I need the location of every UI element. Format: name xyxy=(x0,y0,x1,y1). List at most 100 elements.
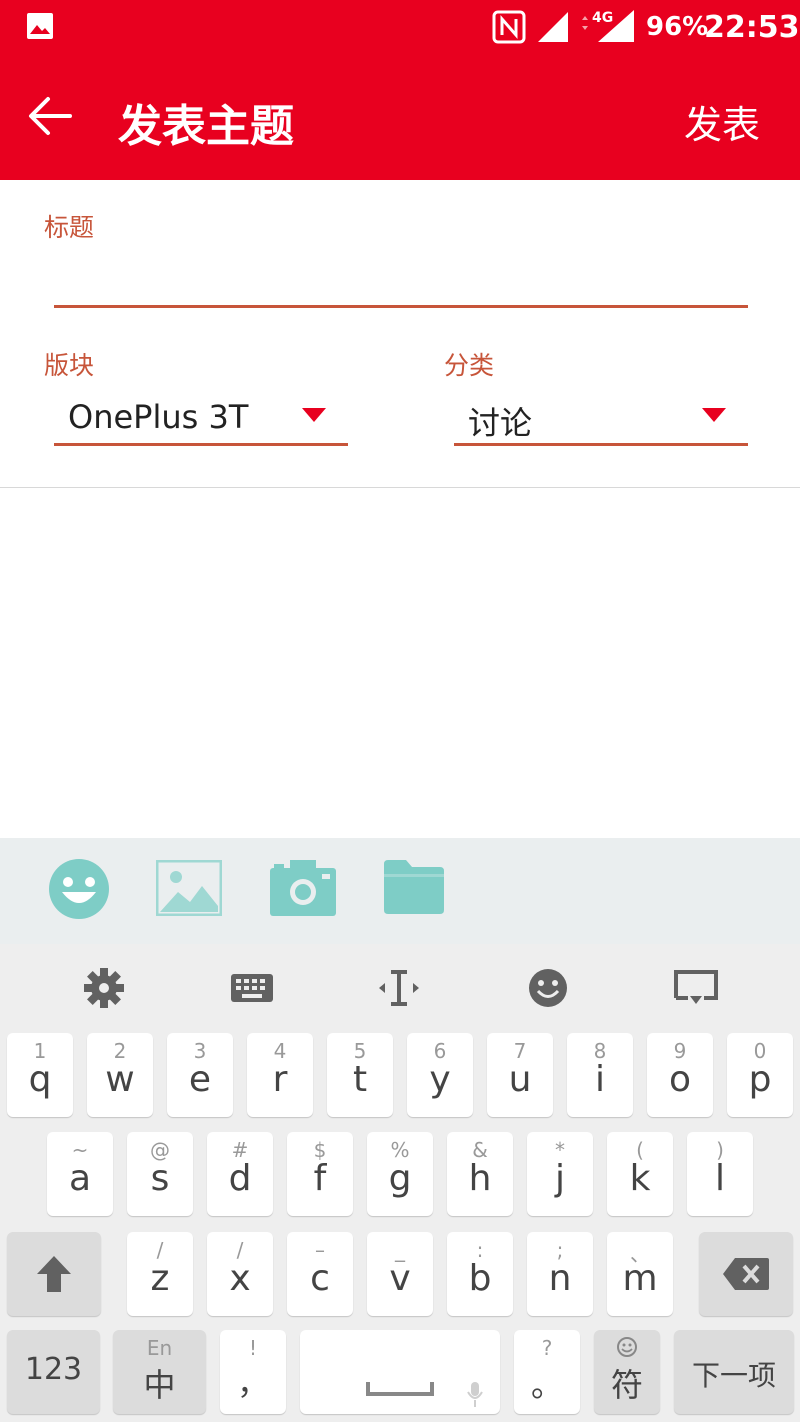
symbols-key[interactable]: 符 xyxy=(594,1330,660,1414)
board-select[interactable]: OnePlus 3T xyxy=(54,388,348,446)
key-d[interactable]: # d xyxy=(207,1132,273,1216)
key-j[interactable]: * j xyxy=(527,1132,593,1216)
dropdown-arrow-icon xyxy=(302,408,326,422)
key-label: k xyxy=(629,1158,651,1199)
title-label: 标题 xyxy=(44,213,95,242)
title-input[interactable] xyxy=(54,250,748,308)
key-label: z xyxy=(150,1258,170,1299)
key-label: a xyxy=(68,1158,92,1199)
back-arrow-icon[interactable] xyxy=(24,90,76,142)
key-label: u xyxy=(508,1059,532,1100)
shift-arrow-icon xyxy=(37,1256,71,1292)
key-s[interactable]: @ s xyxy=(127,1132,193,1216)
key-label: g xyxy=(388,1158,412,1199)
key-label: b xyxy=(468,1258,492,1299)
key-z[interactable]: / z xyxy=(127,1232,193,1316)
numbers-key-label: 123 xyxy=(24,1352,83,1387)
page-title: 发表主题 xyxy=(118,101,294,152)
key-b[interactable]: :b xyxy=(447,1232,513,1316)
emoji-small-icon xyxy=(617,1337,637,1357)
key-w[interactable]: 2w xyxy=(87,1033,153,1117)
settings-icon[interactable] xyxy=(82,966,126,1010)
board-value: OnePlus 3T xyxy=(68,398,249,436)
clock: 22:53 xyxy=(704,10,800,45)
key-c[interactable]: – c xyxy=(287,1232,353,1316)
next-key[interactable]: 下一项 xyxy=(674,1330,794,1414)
key-label: d xyxy=(228,1158,252,1199)
key-v[interactable]: _ v xyxy=(367,1232,433,1316)
key-t[interactable]: 5t xyxy=(327,1033,393,1117)
key-label: w xyxy=(105,1059,135,1100)
battery-percentage: 96% xyxy=(646,12,709,42)
delete-key[interactable] xyxy=(699,1232,793,1316)
network-type-label: 4G xyxy=(592,10,613,26)
keyboard-toolbar xyxy=(0,944,800,1030)
key-o[interactable]: 9o xyxy=(647,1033,713,1117)
key-q[interactable]: 1q xyxy=(7,1033,73,1117)
board-label: 版块 xyxy=(44,351,95,380)
key-label: m xyxy=(622,1258,658,1299)
soft-keyboard: 1q2w3e4r5t6y7u8i9o0p ~ a @ s # d $ f% g & h * j(k) l … xyxy=(0,944,800,1422)
key-m[interactable]: 、 m xyxy=(607,1232,673,1316)
key-e[interactable]: 3e xyxy=(167,1033,233,1117)
key-g[interactable]: % g xyxy=(367,1132,433,1216)
publish-button[interactable]: 发表 xyxy=(684,94,760,149)
comma-key[interactable]: ! ， xyxy=(220,1330,286,1414)
category-value: 讨论 xyxy=(468,404,533,442)
key-label: e xyxy=(188,1059,212,1100)
key-label: l xyxy=(714,1158,725,1199)
key-n[interactable]: ; n xyxy=(527,1232,593,1316)
key-label: p xyxy=(748,1059,772,1100)
hide-keyboard-icon[interactable] xyxy=(674,966,718,1010)
next-key-label: 下一项 xyxy=(691,1359,776,1392)
key-a[interactable]: ~ a xyxy=(47,1132,113,1216)
space-bar-glyph xyxy=(366,1382,434,1396)
shift-key[interactable] xyxy=(7,1232,101,1316)
key-label: s xyxy=(150,1158,170,1199)
language-key-label: 中 xyxy=(143,1366,176,1404)
key-i[interactable]: 8i xyxy=(567,1033,633,1117)
key-k[interactable]: (k xyxy=(607,1132,673,1216)
signal-icon xyxy=(538,12,568,42)
key-label: i xyxy=(594,1059,605,1100)
key-label: c xyxy=(310,1258,330,1299)
app-bar: 发表主题 发表 xyxy=(0,54,800,180)
attachment-toolbar xyxy=(0,838,800,944)
key-x[interactable]: / x xyxy=(207,1232,273,1316)
key-label: v xyxy=(389,1258,411,1299)
keyboard-icon[interactable] xyxy=(230,966,274,1010)
emoji-icon[interactable] xyxy=(526,966,570,1010)
key-u[interactable]: 7u xyxy=(487,1033,553,1117)
key-label: t xyxy=(352,1059,368,1100)
key-label: h xyxy=(468,1158,492,1199)
content-area[interactable] xyxy=(0,489,800,838)
key-p[interactable]: 0p xyxy=(727,1033,793,1117)
period-key-label: 。 xyxy=(530,1366,563,1404)
key-label: y xyxy=(429,1059,451,1100)
camera-icon[interactable] xyxy=(270,860,336,916)
language-key[interactable]: En 中 xyxy=(113,1330,206,1414)
comma-key-label: ， xyxy=(236,1364,269,1402)
key-label: n xyxy=(548,1258,572,1299)
numbers-key[interactable]: 123 xyxy=(7,1330,100,1414)
microphone-icon xyxy=(467,1382,483,1407)
language-key-hint: En xyxy=(146,1336,173,1360)
nfc-icon xyxy=(492,10,526,44)
category-label: 分类 xyxy=(444,351,495,380)
dropdown-arrow-icon xyxy=(702,408,726,422)
period-key[interactable]: ? 。 xyxy=(514,1330,580,1414)
key-r[interactable]: 4r xyxy=(247,1033,313,1117)
folder-icon[interactable] xyxy=(384,860,444,914)
key-h[interactable]: & h xyxy=(447,1132,513,1216)
emoji-icon[interactable] xyxy=(48,858,110,920)
image-icon[interactable] xyxy=(156,860,222,916)
cursor-move-icon[interactable] xyxy=(377,966,421,1010)
space-key[interactable] xyxy=(300,1330,500,1414)
category-select[interactable]: 讨论 xyxy=(454,388,748,446)
gallery-notification-icon xyxy=(27,13,53,39)
post-form: 标题 版块 OnePlus 3T 分类 讨论 xyxy=(0,180,800,488)
key-label: o xyxy=(668,1059,692,1100)
key-f[interactable]: $ f xyxy=(287,1132,353,1216)
key-y[interactable]: 6y xyxy=(407,1033,473,1117)
key-l[interactable]: ) l xyxy=(687,1132,753,1216)
